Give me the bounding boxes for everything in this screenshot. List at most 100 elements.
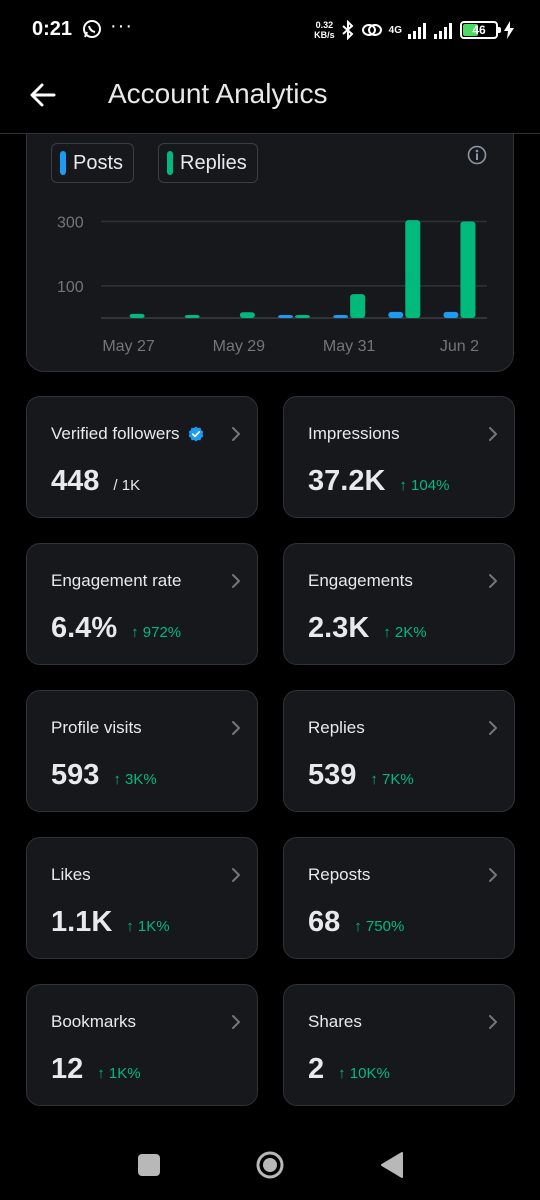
metric-card-shares[interactable]: Shares 2 ↑ 10K% (283, 984, 515, 1106)
bar-replies-may-28[interactable] (184, 315, 200, 318)
metric-value-row: 448 / 1K (51, 465, 140, 498)
metric-card-replies[interactable]: Replies 539 ↑ 7K% (283, 690, 515, 812)
charging-icon (504, 21, 514, 39)
metric-label: Replies (308, 718, 365, 737)
app-header: Account Analytics (0, 60, 540, 134)
x-tick-label: May 29 (213, 338, 266, 355)
bar-posts-jun-2[interactable] (443, 311, 459, 318)
system-nav-bar (0, 1130, 540, 1200)
bar-replies-may-31[interactable] (350, 294, 366, 318)
signal-icon-2 (434, 23, 452, 39)
bar-replies-may-30[interactable] (295, 315, 310, 318)
metric-value: 448 (51, 465, 100, 497)
metric-value: 2.3K (308, 612, 370, 644)
metric-card-engagement-rate[interactable]: Engagement rate 6.4% ↑ 972% (26, 543, 258, 665)
x-tick-label: May 31 (323, 338, 376, 355)
metric-label: Profile visits (51, 718, 142, 737)
signal-icon (408, 23, 426, 39)
metric-value: 12 (51, 1053, 84, 1085)
metric-value-row: 6.4% ↑ 972% (51, 612, 181, 645)
home-button[interactable] (255, 1150, 285, 1180)
chevron-right-icon (232, 868, 240, 882)
status-bar: 0:21 ··· 0.32 KB/s 4G 46 (0, 0, 540, 60)
y-tick-label: 100 (57, 279, 84, 296)
metric-label: Shares (308, 1012, 362, 1031)
network-type: 4G (388, 24, 402, 36)
bluetooth-icon (341, 20, 354, 40)
nav-back-button[interactable] (380, 1152, 404, 1178)
metric-value-row: 593 ↑ 3K% (51, 759, 157, 792)
chevron-right-icon (489, 1015, 497, 1029)
x-tick-label: May 27 (102, 338, 155, 355)
x-tick-label: Jun 2 (440, 338, 479, 355)
metric-value: 1.1K (51, 906, 113, 938)
bar-posts-may-30[interactable] (278, 315, 293, 318)
metric-value: 6.4% (51, 612, 118, 644)
metric-change: ↑ 3K% (113, 771, 157, 788)
bar-posts-jun-1[interactable] (388, 311, 404, 318)
page-title: Account Analytics (108, 78, 328, 109)
status-icons: 0.32 KB/s 4G 46 (314, 16, 514, 44)
chevron-right-icon (489, 574, 497, 588)
chevron-right-icon (489, 868, 497, 882)
metric-label: Bookmarks (51, 1012, 137, 1031)
verified-badge-icon (188, 426, 203, 442)
metric-card-reposts[interactable]: Reposts 68 ↑ 750% (283, 837, 515, 959)
more-notifications-icon: ··· (110, 15, 133, 37)
metric-value: 593 (51, 759, 100, 791)
battery-icon: 46 (460, 21, 501, 39)
metric-value: 539 (308, 759, 357, 791)
metric-label: Impressions (308, 424, 400, 443)
chevron-right-icon (232, 721, 240, 735)
whatsapp-icon (83, 20, 101, 38)
bar-replies-may-29[interactable] (239, 312, 255, 318)
metric-change: ↑ 1K% (126, 918, 170, 935)
metric-value: 68 (308, 906, 341, 938)
metric-change: ↑ 750% (354, 918, 405, 935)
metric-label: Likes (51, 865, 91, 884)
chevron-right-icon (232, 427, 240, 441)
metric-card-profile-visits[interactable]: Profile visits 593 ↑ 3K% (26, 690, 258, 812)
metric-change: ↑ 10K% (338, 1065, 390, 1082)
metric-value: 37.2K (308, 465, 386, 497)
status-time: 0:21 (32, 18, 73, 40)
chevron-right-icon (489, 427, 497, 441)
chevron-right-icon (232, 1015, 240, 1029)
metric-change: ↑ 972% (131, 624, 182, 641)
metric-card-impressions[interactable]: Impressions 37.2K ↑ 104% (283, 396, 515, 518)
recent-apps-button[interactable] (138, 1154, 160, 1176)
bar-chart: 100 300 May 27 May 29 May 31 Jun 2 (57, 214, 487, 355)
metric-value-row: 1.1K ↑ 1K% (51, 906, 170, 939)
back-arrow-icon[interactable] (26, 78, 60, 112)
metric-value-row: 2.3K ↑ 2K% (308, 612, 427, 645)
metric-card-verified-followers[interactable]: Verified followers 448 / 1K (26, 396, 258, 518)
metric-value-row: 68 ↑ 750% (308, 906, 404, 939)
metric-value-row: 2 ↑ 10K% (308, 1053, 390, 1086)
activity-chart-card: Posts Replies 100 300 May 27 May 29 May 31 Ju… (26, 110, 514, 372)
metric-label: Verified followers (51, 424, 204, 444)
metric-change: ↑ 104% (399, 477, 450, 494)
metric-card-bookmarks[interactable]: Bookmarks 12 ↑ 1K% (26, 984, 258, 1106)
metric-label: Reposts (308, 865, 371, 884)
bar-posts-may-31[interactable] (333, 315, 349, 318)
bar-replies-jun-2[interactable] (460, 221, 476, 318)
metric-label: Engagement rate (51, 571, 182, 590)
chevron-right-icon (489, 721, 497, 735)
metric-change: ↑ 2K% (383, 624, 427, 641)
link-icon (361, 24, 382, 36)
metric-card-engagements[interactable]: Engagements 2.3K ↑ 2K% (283, 543, 515, 665)
metric-value-row: 37.2K ↑ 104% (308, 465, 449, 498)
metric-value: 2 (308, 1053, 325, 1085)
network-speed: 0.32 KB/s (314, 20, 335, 40)
metric-change: ↑ 7K% (370, 771, 414, 788)
bar-replies-may-27[interactable] (129, 313, 145, 318)
metric-card-likes[interactable]: Likes 1.1K ↑ 1K% (26, 837, 258, 959)
metric-goal: / 1K (113, 477, 141, 494)
metric-value-row: 12 ↑ 1K% (51, 1053, 141, 1086)
chevron-right-icon (232, 574, 240, 588)
metric-value-row: 539 ↑ 7K% (308, 759, 414, 792)
bar-replies-jun-1[interactable] (405, 220, 421, 318)
y-tick-label: 300 (57, 214, 84, 231)
metric-label: Engagements (308, 571, 413, 590)
metric-change: ↑ 1K% (97, 1065, 141, 1082)
